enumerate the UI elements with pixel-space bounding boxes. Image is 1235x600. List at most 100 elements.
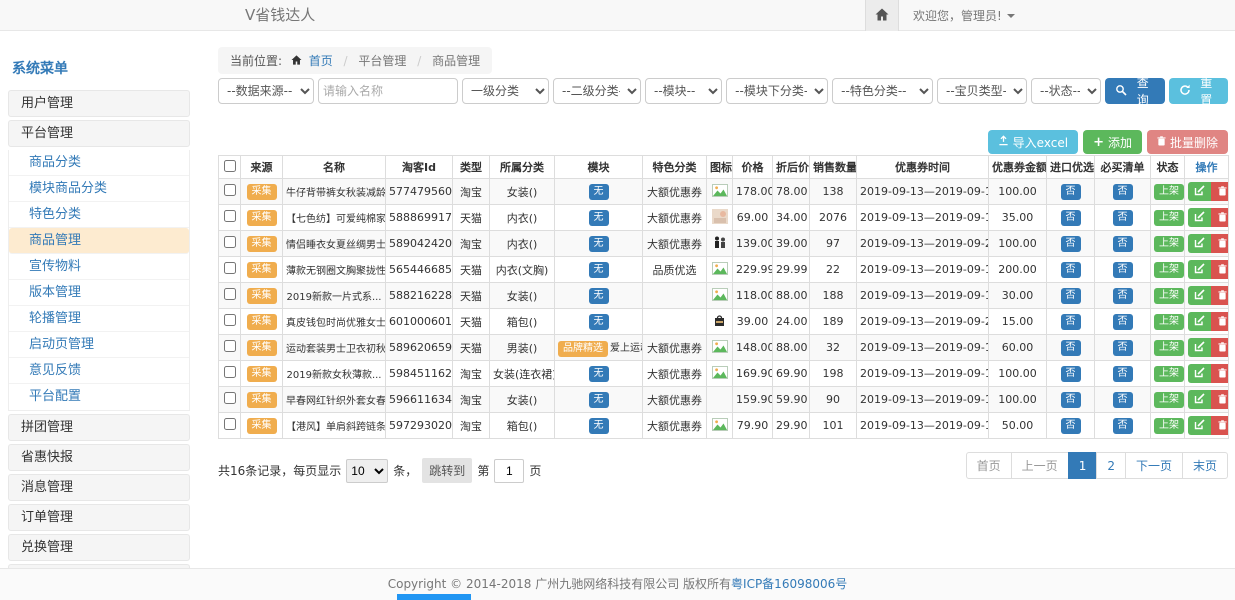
must-buy-toggle[interactable]: 否 (1113, 288, 1133, 304)
sidebar-item-platform-mgmt[interactable]: 平台管理 (8, 120, 190, 147)
batch-delete-button[interactable]: 批量删除 (1147, 130, 1228, 154)
edit-button[interactable] (1188, 234, 1211, 253)
edit-button[interactable] (1188, 208, 1211, 227)
status-badge[interactable]: 上架 (1154, 210, 1184, 226)
page-button-下一页[interactable]: 下一页 (1125, 452, 1183, 479)
status-badge[interactable]: 上架 (1154, 262, 1184, 278)
page-button-1[interactable]: 1 (1068, 452, 1098, 479)
page-number-input[interactable] (494, 459, 524, 483)
sidebar-item-group-buy-mgmt[interactable]: 拼团管理 (8, 414, 190, 441)
page-button-上一页[interactable]: 上一页 (1011, 452, 1069, 479)
import-select-toggle[interactable]: 否 (1061, 262, 1081, 278)
module-badge[interactable]: 无 (589, 314, 609, 330)
select-all-checkbox[interactable] (224, 160, 236, 172)
status-select[interactable]: --状态-- (1031, 78, 1101, 104)
sidebar-subitem-goods-category[interactable]: 商品分类 (9, 150, 189, 176)
module-badge[interactable]: 无 (589, 366, 609, 382)
import-select-toggle[interactable]: 否 (1061, 210, 1081, 226)
sidebar-subitem-splash-page-mgmt[interactable]: 启动页管理 (9, 332, 189, 358)
delete-button[interactable] (1211, 208, 1229, 227)
edit-button[interactable] (1188, 182, 1211, 201)
feature-category-select[interactable]: --特色分类-- (832, 78, 933, 104)
row-checkbox[interactable] (224, 314, 236, 326)
status-badge[interactable]: 上架 (1154, 288, 1184, 304)
sidebar-item-exchange-mgmt[interactable]: 兑换管理 (8, 534, 190, 561)
data-source-select[interactable]: --数据来源-- (218, 78, 314, 104)
user-menu[interactable]: 欢迎您，管理员! (913, 7, 1015, 24)
sidebar-item-order-mgmt[interactable]: 订单管理 (8, 504, 190, 531)
row-checkbox[interactable] (224, 262, 236, 274)
edit-button[interactable] (1188, 338, 1211, 357)
sidebar-item-message-mgmt[interactable]: 消息管理 (8, 474, 190, 501)
row-checkbox[interactable] (224, 184, 236, 196)
must-buy-toggle[interactable]: 否 (1113, 392, 1133, 408)
module-badge[interactable]: 无 (589, 418, 609, 434)
status-badge[interactable]: 上架 (1154, 340, 1184, 356)
status-badge[interactable]: 上架 (1154, 392, 1184, 408)
delete-button[interactable] (1211, 234, 1229, 253)
delete-button[interactable] (1211, 364, 1229, 383)
sidebar-subitem-promo-material[interactable]: 宣传物料 (9, 254, 189, 280)
delete-button[interactable] (1211, 338, 1229, 357)
delete-button[interactable] (1211, 312, 1229, 331)
page-button-末页[interactable]: 末页 (1182, 452, 1228, 479)
module-badge[interactable]: 品牌精选 (558, 341, 608, 357)
name-search-input[interactable] (318, 78, 458, 104)
page-button-首页[interactable]: 首页 (966, 452, 1012, 479)
sidebar-subitem-module-goods-category[interactable]: 模块商品分类 (9, 176, 189, 202)
status-badge[interactable]: 上架 (1154, 314, 1184, 330)
edit-button[interactable] (1188, 312, 1211, 331)
icp-link[interactable]: 粤ICP备16098006号 (731, 577, 847, 591)
per-page-select[interactable]: 10 (346, 459, 388, 483)
sidebar-subitem-feedback[interactable]: 意见反馈 (9, 358, 189, 384)
edit-button[interactable] (1188, 260, 1211, 279)
row-checkbox[interactable] (224, 236, 236, 248)
must-buy-toggle[interactable]: 否 (1113, 366, 1133, 382)
import-select-toggle[interactable]: 否 (1061, 236, 1081, 252)
level2-category-select[interactable]: --二级分类-- (553, 78, 641, 104)
row-checkbox[interactable] (224, 210, 236, 222)
import-select-toggle[interactable]: 否 (1061, 366, 1081, 382)
module-select[interactable]: --模块-- (645, 78, 722, 104)
home-button[interactable] (865, 0, 899, 31)
sidebar-item-saving-news[interactable]: 省惠快报 (8, 444, 190, 471)
status-badge[interactable]: 上架 (1154, 236, 1184, 252)
import-select-toggle[interactable]: 否 (1061, 288, 1081, 304)
jump-button[interactable]: 跳转到 (422, 458, 472, 483)
edit-button[interactable] (1188, 286, 1211, 305)
sidebar-item-user-mgmt[interactable]: 用户管理 (8, 90, 190, 117)
must-buy-toggle[interactable]: 否 (1113, 236, 1133, 252)
reset-button[interactable]: 重置 (1169, 78, 1229, 104)
module-badge[interactable]: 无 (589, 184, 609, 200)
delete-button[interactable] (1211, 286, 1229, 305)
search-button[interactable]: 查询 (1105, 78, 1165, 104)
must-buy-toggle[interactable]: 否 (1113, 210, 1133, 226)
row-checkbox[interactable] (224, 288, 236, 300)
delete-button[interactable] (1211, 416, 1229, 435)
status-badge[interactable]: 上架 (1154, 418, 1184, 434)
module-subcategory-select[interactable]: --模块下分类-- (726, 78, 828, 104)
sidebar-subitem-version-mgmt[interactable]: 版本管理 (9, 280, 189, 306)
must-buy-toggle[interactable]: 否 (1113, 340, 1133, 356)
row-checkbox[interactable] (224, 340, 236, 352)
import-select-toggle[interactable]: 否 (1061, 340, 1081, 356)
edit-button[interactable] (1188, 416, 1211, 435)
import-select-toggle[interactable]: 否 (1061, 392, 1081, 408)
module-badge[interactable]: 无 (589, 236, 609, 252)
must-buy-toggle[interactable]: 否 (1113, 262, 1133, 278)
edit-button[interactable] (1188, 364, 1211, 383)
add-button[interactable]: + 添加 (1083, 130, 1142, 154)
row-checkbox[interactable] (224, 418, 236, 430)
import-select-toggle[interactable]: 否 (1061, 314, 1081, 330)
level1-category-select[interactable]: 一级分类 (462, 78, 549, 104)
import-excel-button[interactable]: 导入excel (988, 130, 1078, 154)
module-badge[interactable]: 无 (589, 288, 609, 304)
module-badge[interactable]: 无 (589, 210, 609, 226)
delete-button[interactable] (1211, 182, 1229, 201)
sidebar-subitem-feature-category[interactable]: 特色分类 (9, 202, 189, 228)
row-checkbox[interactable] (224, 366, 236, 378)
import-select-toggle[interactable]: 否 (1061, 418, 1081, 434)
status-badge[interactable]: 上架 (1154, 184, 1184, 200)
import-select-toggle[interactable]: 否 (1061, 184, 1081, 200)
module-badge[interactable]: 无 (589, 392, 609, 408)
